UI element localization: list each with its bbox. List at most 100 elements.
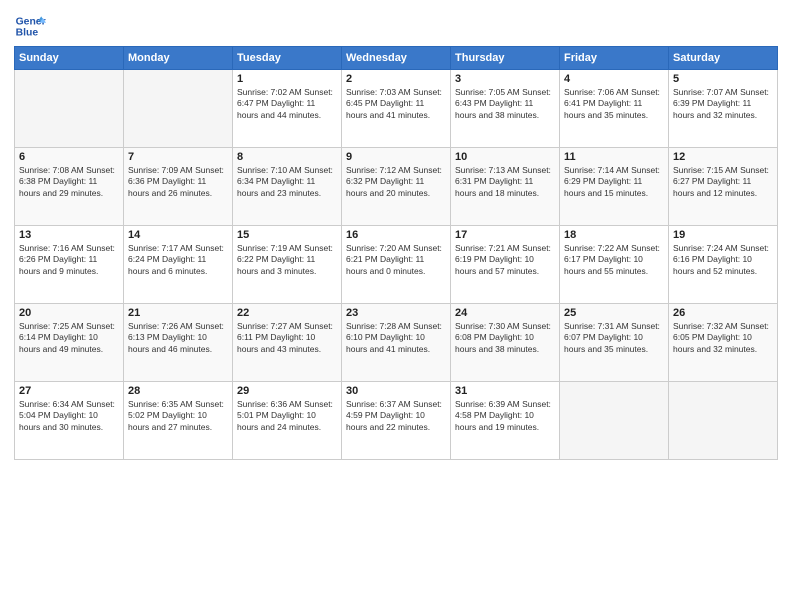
- week-row-2: 6 Sunrise: 7:08 AM Sunset: 6:38 PM Daylig…: [15, 148, 778, 226]
- day-number: 21: [128, 307, 228, 319]
- day-info: Sunrise: 7:07 AM Sunset: 6:39 PM Dayligh…: [673, 87, 773, 121]
- calendar-cell: 29 Sunrise: 6:36 AM Sunset: 5:01 PM Dayli…: [233, 382, 342, 460]
- calendar: SundayMondayTuesdayWednesdayThursdayFrid…: [14, 46, 778, 460]
- calendar-cell: 12Sunrise: 7:15 AM Sunset: 6:27 PM Dayli…: [669, 148, 778, 226]
- calendar-cell: 4 Sunrise: 7:06 AM Sunset: 6:41 PM Daylig…: [560, 70, 669, 148]
- calendar-cell: [15, 70, 124, 148]
- logo-icon: General Blue: [14, 10, 46, 42]
- day-number: 2: [346, 73, 446, 85]
- day-number: 19: [673, 229, 773, 241]
- day-info: Sunrise: 7:28 AM Sunset: 6:10 PM Dayligh…: [346, 321, 446, 355]
- day-number: 5: [673, 73, 773, 85]
- calendar-cell: 24Sunrise: 7:30 AM Sunset: 6:08 PM Dayli…: [451, 304, 560, 382]
- calendar-cell: 5 Sunrise: 7:07 AM Sunset: 6:39 PM Daylig…: [669, 70, 778, 148]
- day-info: Sunrise: 7:09 AM Sunset: 6:36 PM Dayligh…: [128, 165, 228, 199]
- day-number: 30: [346, 385, 446, 397]
- calendar-cell: 15 Sunrise: 7:19 AM Sunset: 6:22 PM Dayli…: [233, 226, 342, 304]
- day-info: Sunrise: 7:05 AM Sunset: 6:43 PM Dayligh…: [455, 87, 555, 121]
- day-info: Sunrise: 6:37 AM Sunset: 4:59 PM Dayligh…: [346, 399, 446, 433]
- calendar-cell: 7Sunrise: 7:09 AM Sunset: 6:36 PM Daylig…: [124, 148, 233, 226]
- logo: General Blue: [14, 10, 46, 42]
- day-number: 11: [564, 151, 664, 163]
- day-number: 4: [564, 73, 664, 85]
- calendar-cell: 22Sunrise: 7:27 AM Sunset: 6:11 PM Dayli…: [233, 304, 342, 382]
- calendar-cell: 28 Sunrise: 6:35 AM Sunset: 5:02 PM Dayli…: [124, 382, 233, 460]
- calendar-cell: 11 Sunrise: 7:14 AM Sunset: 6:29 PM Dayli…: [560, 148, 669, 226]
- calendar-cell: [669, 382, 778, 460]
- day-info: Sunrise: 7:32 AM Sunset: 6:05 PM Dayligh…: [673, 321, 773, 355]
- calendar-cell: 27Sunrise: 6:34 AM Sunset: 5:04 PM Dayli…: [15, 382, 124, 460]
- day-info: Sunrise: 7:21 AM Sunset: 6:19 PM Dayligh…: [455, 243, 555, 277]
- day-number: 18: [564, 229, 664, 241]
- day-number: 1: [237, 73, 337, 85]
- week-row-3: 13 Sunrise: 7:16 AM Sunset: 6:26 PM Dayli…: [15, 226, 778, 304]
- svg-text:Blue: Blue: [16, 28, 39, 39]
- day-info: Sunrise: 7:10 AM Sunset: 6:34 PM Dayligh…: [237, 165, 337, 199]
- day-info: Sunrise: 7:22 AM Sunset: 6:17 PM Dayligh…: [564, 243, 664, 277]
- weekday-header-saturday: Saturday: [669, 47, 778, 70]
- day-number: 17: [455, 229, 555, 241]
- day-info: Sunrise: 7:08 AM Sunset: 6:38 PM Dayligh…: [19, 165, 119, 199]
- calendar-cell: 2Sunrise: 7:03 AM Sunset: 6:45 PM Daylig…: [342, 70, 451, 148]
- page: General Blue SundayMondayTuesdayWednesda…: [0, 0, 792, 468]
- calendar-cell: 21 Sunrise: 7:26 AM Sunset: 6:13 PM Dayli…: [124, 304, 233, 382]
- calendar-cell: 10 Sunrise: 7:13 AM Sunset: 6:31 PM Dayli…: [451, 148, 560, 226]
- calendar-cell: 17 Sunrise: 7:21 AM Sunset: 6:19 PM Dayli…: [451, 226, 560, 304]
- day-number: 23: [346, 307, 446, 319]
- calendar-cell: 18 Sunrise: 7:22 AM Sunset: 6:17 PM Dayli…: [560, 226, 669, 304]
- calendar-cell: 26 Sunrise: 7:32 AM Sunset: 6:05 PM Dayli…: [669, 304, 778, 382]
- day-number: 29: [237, 385, 337, 397]
- day-number: 12: [673, 151, 773, 163]
- calendar-cell: 30 Sunrise: 6:37 AM Sunset: 4:59 PM Dayli…: [342, 382, 451, 460]
- header: General Blue: [14, 10, 778, 42]
- weekday-header-sunday: Sunday: [15, 47, 124, 70]
- calendar-cell: 31Sunrise: 6:39 AM Sunset: 4:58 PM Dayli…: [451, 382, 560, 460]
- week-row-4: 20 Sunrise: 7:25 AM Sunset: 6:14 PM Dayli…: [15, 304, 778, 382]
- day-info: Sunrise: 7:14 AM Sunset: 6:29 PM Dayligh…: [564, 165, 664, 199]
- weekday-header-friday: Friday: [560, 47, 669, 70]
- day-info: Sunrise: 7:06 AM Sunset: 6:41 PM Dayligh…: [564, 87, 664, 121]
- calendar-cell: 23 Sunrise: 7:28 AM Sunset: 6:10 PM Dayli…: [342, 304, 451, 382]
- day-number: 3: [455, 73, 555, 85]
- day-info: Sunrise: 7:02 AM Sunset: 6:47 PM Dayligh…: [237, 87, 337, 121]
- calendar-cell: 25 Sunrise: 7:31 AM Sunset: 6:07 PM Dayli…: [560, 304, 669, 382]
- weekday-header-wednesday: Wednesday: [342, 47, 451, 70]
- day-number: 14: [128, 229, 228, 241]
- day-info: Sunrise: 7:17 AM Sunset: 6:24 PM Dayligh…: [128, 243, 228, 277]
- day-info: Sunrise: 7:13 AM Sunset: 6:31 PM Dayligh…: [455, 165, 555, 199]
- day-number: 20: [19, 307, 119, 319]
- week-row-1: 1 Sunrise: 7:02 AM Sunset: 6:47 PM Daylig…: [15, 70, 778, 148]
- day-number: 13: [19, 229, 119, 241]
- day-number: 9: [346, 151, 446, 163]
- day-info: Sunrise: 6:36 AM Sunset: 5:01 PM Dayligh…: [237, 399, 337, 433]
- day-number: 26: [673, 307, 773, 319]
- weekday-header-tuesday: Tuesday: [233, 47, 342, 70]
- day-number: 27: [19, 385, 119, 397]
- calendar-cell: 16 Sunrise: 7:20 AM Sunset: 6:21 PM Dayli…: [342, 226, 451, 304]
- day-info: Sunrise: 7:16 AM Sunset: 6:26 PM Dayligh…: [19, 243, 119, 277]
- day-number: 22: [237, 307, 337, 319]
- day-number: 25: [564, 307, 664, 319]
- day-info: Sunrise: 7:24 AM Sunset: 6:16 PM Dayligh…: [673, 243, 773, 277]
- day-number: 10: [455, 151, 555, 163]
- weekday-header-monday: Monday: [124, 47, 233, 70]
- day-number: 16: [346, 229, 446, 241]
- day-info: Sunrise: 7:20 AM Sunset: 6:21 PM Dayligh…: [346, 243, 446, 277]
- weekday-header-row: SundayMondayTuesdayWednesdayThursdayFrid…: [15, 47, 778, 70]
- day-number: 6: [19, 151, 119, 163]
- calendar-cell: 13 Sunrise: 7:16 AM Sunset: 6:26 PM Dayli…: [15, 226, 124, 304]
- week-row-5: 27Sunrise: 6:34 AM Sunset: 5:04 PM Dayli…: [15, 382, 778, 460]
- day-number: 28: [128, 385, 228, 397]
- day-number: 24: [455, 307, 555, 319]
- day-info: Sunrise: 7:26 AM Sunset: 6:13 PM Dayligh…: [128, 321, 228, 355]
- day-info: Sunrise: 6:35 AM Sunset: 5:02 PM Dayligh…: [128, 399, 228, 433]
- calendar-cell: 20 Sunrise: 7:25 AM Sunset: 6:14 PM Dayli…: [15, 304, 124, 382]
- day-info: Sunrise: 7:25 AM Sunset: 6:14 PM Dayligh…: [19, 321, 119, 355]
- day-info: Sunrise: 7:19 AM Sunset: 6:22 PM Dayligh…: [237, 243, 337, 277]
- calendar-cell: 9 Sunrise: 7:12 AM Sunset: 6:32 PM Daylig…: [342, 148, 451, 226]
- calendar-cell: 6 Sunrise: 7:08 AM Sunset: 6:38 PM Daylig…: [15, 148, 124, 226]
- day-number: 15: [237, 229, 337, 241]
- day-info: Sunrise: 7:31 AM Sunset: 6:07 PM Dayligh…: [564, 321, 664, 355]
- day-info: Sunrise: 7:12 AM Sunset: 6:32 PM Dayligh…: [346, 165, 446, 199]
- calendar-cell: 1 Sunrise: 7:02 AM Sunset: 6:47 PM Daylig…: [233, 70, 342, 148]
